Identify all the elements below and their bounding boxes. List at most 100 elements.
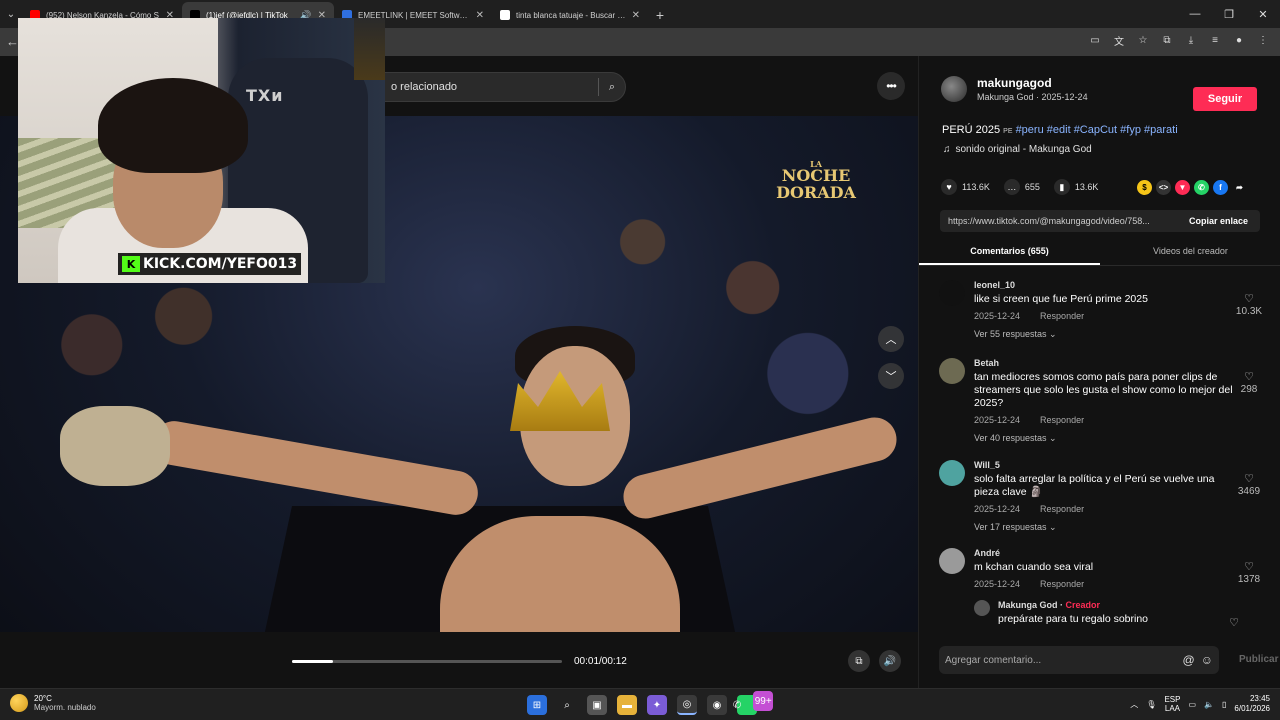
creator-name[interactable]: Makunga God: [998, 600, 1058, 610]
sound-name[interactable]: sonido original - Makunga God: [956, 144, 1092, 155]
facebook-icon[interactable]: f: [1213, 180, 1228, 195]
sound-row[interactable]: ♫ sonido original - Makunga God: [943, 144, 1092, 155]
close-window-icon[interactable]: ✕: [1246, 0, 1280, 28]
reply-button[interactable]: Responder: [1040, 415, 1084, 425]
download-icon[interactable]: ⤓: [1184, 33, 1198, 47]
battery-icon[interactable]: ▯: [1222, 700, 1226, 709]
embed-icon[interactable]: <>: [1156, 180, 1171, 195]
new-tab-button[interactable]: +: [648, 2, 672, 28]
microphone-icon[interactable]: 🎙: [1146, 700, 1156, 709]
extensions-icon[interactable]: ⧉: [1160, 33, 1174, 47]
commenter-name[interactable]: André: [974, 548, 1234, 558]
hashtag-link[interactable]: #CapCut: [1074, 124, 1117, 136]
tab-comments[interactable]: Comentarios (655): [919, 240, 1100, 265]
follow-button[interactable]: Seguir: [1193, 87, 1257, 111]
minimize-icon[interactable]: —: [1178, 0, 1212, 28]
whatsapp-taskbar-icon[interactable]: ✆ 99+: [733, 691, 774, 715]
browser-tab[interactable]: tinta blanca tatuaje - Buscar co ✕: [492, 2, 648, 28]
creator-reply-like[interactable]: ♡: [1214, 616, 1254, 630]
view-replies-button[interactable]: Ver 17 respuestas ⌄: [974, 522, 1234, 533]
whatsapp-icon[interactable]: ✆: [1194, 180, 1209, 195]
tab-creator-videos[interactable]: Videos del creador: [1100, 240, 1280, 265]
video-url[interactable]: https://www.tiktok.com/@makungagod/video…: [940, 216, 1177, 226]
profile-icon[interactable]: ●: [1232, 33, 1246, 47]
language-indicator[interactable]: ESP LAA: [1164, 695, 1180, 714]
kick-logo-icon: K: [122, 256, 140, 272]
weather-widget[interactable]: 20°C Mayorm. nublado: [10, 694, 96, 712]
hashtag-link[interactable]: #peru: [1016, 124, 1044, 136]
taskbar-search-icon[interactable]: ⌕: [557, 695, 577, 715]
pip-icon[interactable]: ⧉: [848, 650, 870, 672]
network-icon[interactable]: ▭: [1188, 700, 1196, 709]
comment-icon[interactable]: …: [1003, 179, 1020, 195]
heart-outline-icon[interactable]: ♡: [1229, 370, 1269, 383]
share-arrow-icon[interactable]: ➦: [1232, 180, 1247, 195]
heart-outline-icon[interactable]: ♡: [1229, 472, 1269, 485]
heart-icon[interactable]: ♥: [941, 179, 957, 195]
cast-icon[interactable]: ▭: [1088, 33, 1102, 47]
send-icon[interactable]: ▼: [1175, 180, 1190, 195]
hashtag-link[interactable]: #fyp: [1120, 124, 1141, 136]
author-block[interactable]: makungagod Makunga God · 2025-12-24: [941, 76, 1088, 102]
translate-icon[interactable]: 文: [1112, 33, 1126, 48]
more-options-button[interactable]: •••: [877, 72, 905, 100]
coin-icon[interactable]: $: [1137, 180, 1152, 195]
commenter-name[interactable]: Will_5: [974, 460, 1234, 470]
related-search-bar[interactable]: o relacionado ⌕: [370, 72, 626, 102]
copilot-icon[interactable]: ✦: [647, 695, 667, 715]
creator-avatar[interactable]: [974, 600, 990, 616]
comment-like[interactable]: ♡ 1378: [1229, 560, 1269, 585]
reply-button[interactable]: Responder: [1040, 311, 1084, 321]
browser-menu-icon[interactable]: ⋮: [1256, 33, 1270, 47]
comment-like-count: 1378: [1237, 574, 1261, 585]
bookmark-icon[interactable]: ▮: [1053, 179, 1070, 195]
heart-outline-icon[interactable]: ♡: [1229, 560, 1269, 573]
commenter-name[interactable]: leonel_10: [974, 280, 1234, 290]
recording-app-icon[interactable]: ◉: [707, 695, 727, 715]
copy-link-button[interactable]: Copiar enlace: [1177, 216, 1260, 226]
save-stat[interactable]: ▮ 13.6K: [1053, 179, 1098, 195]
commenter-name[interactable]: Betah: [974, 358, 1234, 368]
comment-stat[interactable]: … 655: [1003, 179, 1040, 195]
chrome-icon[interactable]: ◎: [677, 695, 697, 715]
mention-icon[interactable]: @: [1183, 653, 1195, 667]
heart-outline-icon[interactable]: ♡: [1214, 616, 1254, 629]
media-control-icon[interactable]: ≡: [1208, 33, 1222, 47]
clock[interactable]: 23:45 6/01/2026: [1234, 694, 1270, 715]
search-icon[interactable]: ⌕: [609, 81, 615, 94]
restore-icon[interactable]: ❐: [1212, 0, 1246, 28]
author-username[interactable]: makungagod: [977, 76, 1088, 90]
task-view-icon[interactable]: ▣: [587, 695, 607, 715]
emoji-icon[interactable]: ☺: [1201, 653, 1213, 667]
tab-close-icon[interactable]: ✕: [632, 10, 640, 21]
reply-button[interactable]: Responder: [1040, 579, 1084, 589]
like-stat[interactable]: ♥ 113.6K: [941, 179, 990, 195]
volume-icon[interactable]: 🔊: [879, 650, 901, 672]
commenter-avatar[interactable]: [939, 358, 965, 384]
speaker-icon[interactable]: 🔈: [1204, 700, 1214, 709]
tray-chevron-icon[interactable]: ︿: [1130, 699, 1138, 710]
hashtag-link[interactable]: #parati: [1144, 124, 1178, 136]
hashtag-link[interactable]: #edit: [1047, 124, 1071, 136]
video-glove: [60, 406, 170, 486]
file-explorer-icon[interactable]: ▬: [617, 695, 637, 715]
comment-like[interactable]: ♡ 10.3K: [1229, 292, 1269, 317]
comment-like[interactable]: ♡ 3469: [1229, 472, 1269, 497]
reply-button[interactable]: Responder: [1040, 504, 1084, 514]
publish-button[interactable]: Publicar: [1239, 654, 1278, 665]
start-icon[interactable]: ⊞: [527, 695, 547, 715]
previous-video-button[interactable]: ︿: [878, 326, 904, 352]
next-video-button[interactable]: ﹀: [878, 363, 904, 389]
view-replies-button[interactable]: Ver 40 respuestas ⌄: [974, 433, 1234, 444]
commenter-avatar[interactable]: [939, 548, 965, 574]
view-replies-button[interactable]: Ver 55 respuestas ⌄: [974, 329, 1234, 340]
heart-outline-icon[interactable]: ♡: [1229, 292, 1269, 305]
author-avatar[interactable]: [941, 76, 967, 102]
commenter-avatar[interactable]: [939, 280, 965, 306]
tab-close-icon[interactable]: ✕: [476, 10, 484, 21]
commenter-avatar[interactable]: [939, 460, 965, 486]
bookmark-star-icon[interactable]: ☆: [1136, 33, 1150, 47]
comment-like[interactable]: ♡ 298: [1229, 370, 1269, 395]
progress-bar[interactable]: [292, 660, 562, 663]
comment-input[interactable]: Agregar comentario... @ ☺: [939, 646, 1219, 674]
